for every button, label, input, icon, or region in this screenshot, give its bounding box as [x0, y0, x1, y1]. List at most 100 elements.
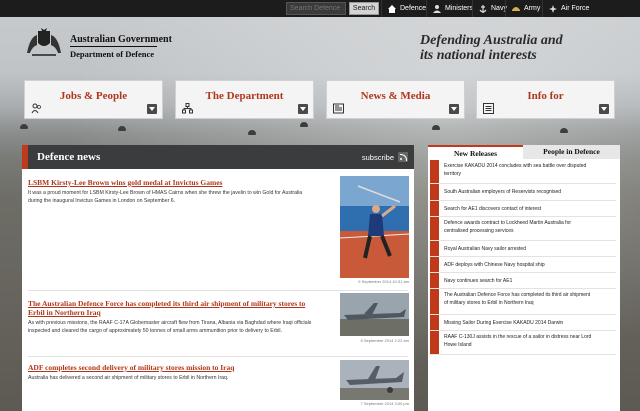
topnav-label: Ministers: [445, 5, 474, 12]
search-button[interactable]: Search: [349, 2, 379, 15]
nav-card-department[interactable]: The Department: [175, 80, 314, 119]
story-image-aircraft[interactable]: [340, 293, 409, 336]
list-icon: [483, 103, 494, 114]
release-text: Exercise KAKADU 2014 concludes with sea …: [444, 162, 614, 178]
release-marker: [430, 315, 439, 330]
release-text: Navy continues search for AE1: [444, 277, 614, 285]
nav-card-jobs-people[interactable]: Jobs & People: [24, 80, 163, 119]
release-marker: [430, 217, 439, 240]
story-summary-line: It was a proud moment for LSBM Kirsty-Le…: [28, 190, 303, 196]
release-text: Search for AE1 discovers contact of inte…: [444, 205, 614, 213]
ministers-icon: [433, 4, 441, 13]
card-title: Info for: [527, 90, 564, 102]
release-item[interactable]: South Australian employers of Reservists…: [430, 184, 616, 201]
chevron-down-icon[interactable]: [449, 104, 459, 114]
top-bar: Search Defence Ministers Navy Army Air F…: [0, 0, 640, 17]
story-image-cargo-plane[interactable]: [340, 360, 409, 400]
topnav-label: Defence: [400, 5, 427, 12]
story-summary: It was a proud moment for LSBM Kirsty-Le…: [28, 190, 328, 205]
nav-card-info-for[interactable]: Info for: [476, 80, 615, 119]
air-force-icon: [549, 4, 557, 13]
release-line: Navy continues search for AE1: [444, 278, 513, 284]
story-date: 9 September 2014 2:22 am: [360, 338, 409, 343]
anchor-icon: [479, 4, 487, 13]
topnav-defence[interactable]: Defence: [381, 0, 431, 17]
defence-news-panel: Defence news subscribe LSBM Kirsty-Lee B…: [22, 145, 414, 411]
release-text: The Australian Defence Force has complet…: [444, 291, 614, 307]
story-summary-line: during the inaugural Invictus Games in L…: [28, 197, 176, 204]
story-summary-line: Australia has delivered a second air shi…: [28, 375, 229, 381]
topnav-army[interactable]: Army: [505, 0, 545, 17]
story-divider: [28, 356, 408, 357]
release-line: Missing Sailor During Exercise KAKADU 20…: [444, 320, 564, 326]
story-title-link[interactable]: The Australian Defence Force has complet…: [28, 299, 328, 317]
release-line: territory: [444, 171, 461, 177]
release-marker: [430, 331, 439, 354]
search-input[interactable]: [286, 2, 346, 15]
story-title-line: Erbil in Northern Iraq: [28, 308, 101, 317]
card-title: Jobs & People: [59, 90, 128, 102]
parachute-decor: [432, 125, 440, 130]
story-summary: As with previous missions, the RAAF C-17…: [28, 320, 328, 335]
release-item[interactable]: Search for AE1 discovers contact of inte…: [430, 201, 616, 217]
release-marker: [430, 241, 439, 256]
story-date: 7 September 2014 3:00 pm: [360, 401, 409, 406]
home-icon: [388, 4, 396, 13]
release-item[interactable]: Defence awards contract to Lockheed Mart…: [430, 217, 616, 241]
release-item[interactable]: The Australian Defence Force has complet…: [430, 289, 616, 315]
release-item[interactable]: Royal Australian Navy sailor arrested: [430, 241, 616, 257]
story-title-link[interactable]: LSBM Kirsty-Lee Brown wins gold medal at…: [28, 178, 328, 187]
release-line: RAAF C-130J assists in the rescue of a s…: [444, 334, 592, 340]
topnav-label: Army: [524, 5, 541, 12]
release-marker: [430, 273, 439, 288]
release-line: centralised processing services: [444, 228, 514, 234]
chevron-down-icon[interactable]: [599, 104, 609, 114]
story-image-javelin[interactable]: [340, 176, 409, 278]
release-marker: [430, 257, 439, 272]
topnav-ministers[interactable]: Ministers: [426, 0, 478, 17]
parachute-decor: [560, 128, 568, 133]
release-item[interactable]: Missing Sailor During Exercise KAKADU 20…: [430, 315, 616, 331]
news-heading: Defence news: [37, 151, 101, 163]
story-date: 9 September 2014 10:31 am: [358, 279, 409, 284]
parachute-decor: [248, 130, 256, 135]
release-item[interactable]: ADF deploys with Chinese Navy hospital s…: [430, 257, 616, 273]
release-marker: [430, 201, 439, 216]
newspaper-icon: [333, 103, 344, 114]
release-text: RAAF C-130J assists in the rescue of a s…: [444, 333, 614, 349]
release-line: South Australian employers of Reservists…: [444, 189, 562, 195]
story-title-link[interactable]: ADF completes second delivery of militar…: [28, 363, 328, 372]
release-text: South Australian employers of Reservists…: [444, 188, 614, 196]
chevron-down-icon[interactable]: [298, 104, 308, 114]
story-title-line: The Australian Defence Force has complet…: [28, 299, 306, 308]
release-text: Missing Sailor During Exercise KAKADU 20…: [444, 319, 614, 327]
release-marker: [430, 184, 439, 200]
subscribe-link[interactable]: subscribe: [362, 153, 394, 162]
release-line: ADF deploys with Chinese Navy hospital s…: [444, 262, 545, 268]
release-text: Defence awards contract to Lockheed Mart…: [444, 219, 614, 235]
chevron-down-icon[interactable]: [147, 104, 157, 114]
org-chart-icon: [182, 103, 193, 114]
news-header: Defence news subscribe: [22, 145, 414, 169]
story-summary: Australia has delivered a second air shi…: [28, 375, 328, 383]
release-item[interactable]: Exercise KAKADU 2014 concludes with sea …: [430, 160, 616, 184]
coat-of-arms-icon: [27, 28, 61, 56]
tagline-line: Defending Australia and: [420, 33, 563, 48]
parachute-decor: [20, 124, 28, 129]
tab-people-in-defence[interactable]: People in Defence: [523, 145, 620, 159]
card-title: The Department: [205, 90, 284, 102]
release-line: The Australian Defence Force has complet…: [444, 292, 591, 298]
release-item[interactable]: RAAF C-130J assists in the rescue of a s…: [430, 331, 616, 355]
people-icon: [31, 103, 41, 114]
tab-new-releases[interactable]: New Releases: [428, 145, 523, 159]
topnav-air-force[interactable]: Air Force: [542, 0, 594, 17]
gov-name: Australian Government: [70, 34, 172, 45]
rss-icon[interactable]: [398, 152, 408, 162]
release-text: ADF deploys with Chinese Navy hospital s…: [444, 261, 614, 269]
parachute-decor: [300, 122, 308, 127]
release-marker: [430, 289, 439, 314]
story-summary-line: inspected and cleared the cargo of appro…: [28, 327, 283, 334]
nav-card-news-media[interactable]: News & Media: [326, 80, 465, 119]
release-line: Howe Island: [444, 342, 472, 348]
release-item[interactable]: Navy continues search for AE1: [430, 273, 616, 289]
